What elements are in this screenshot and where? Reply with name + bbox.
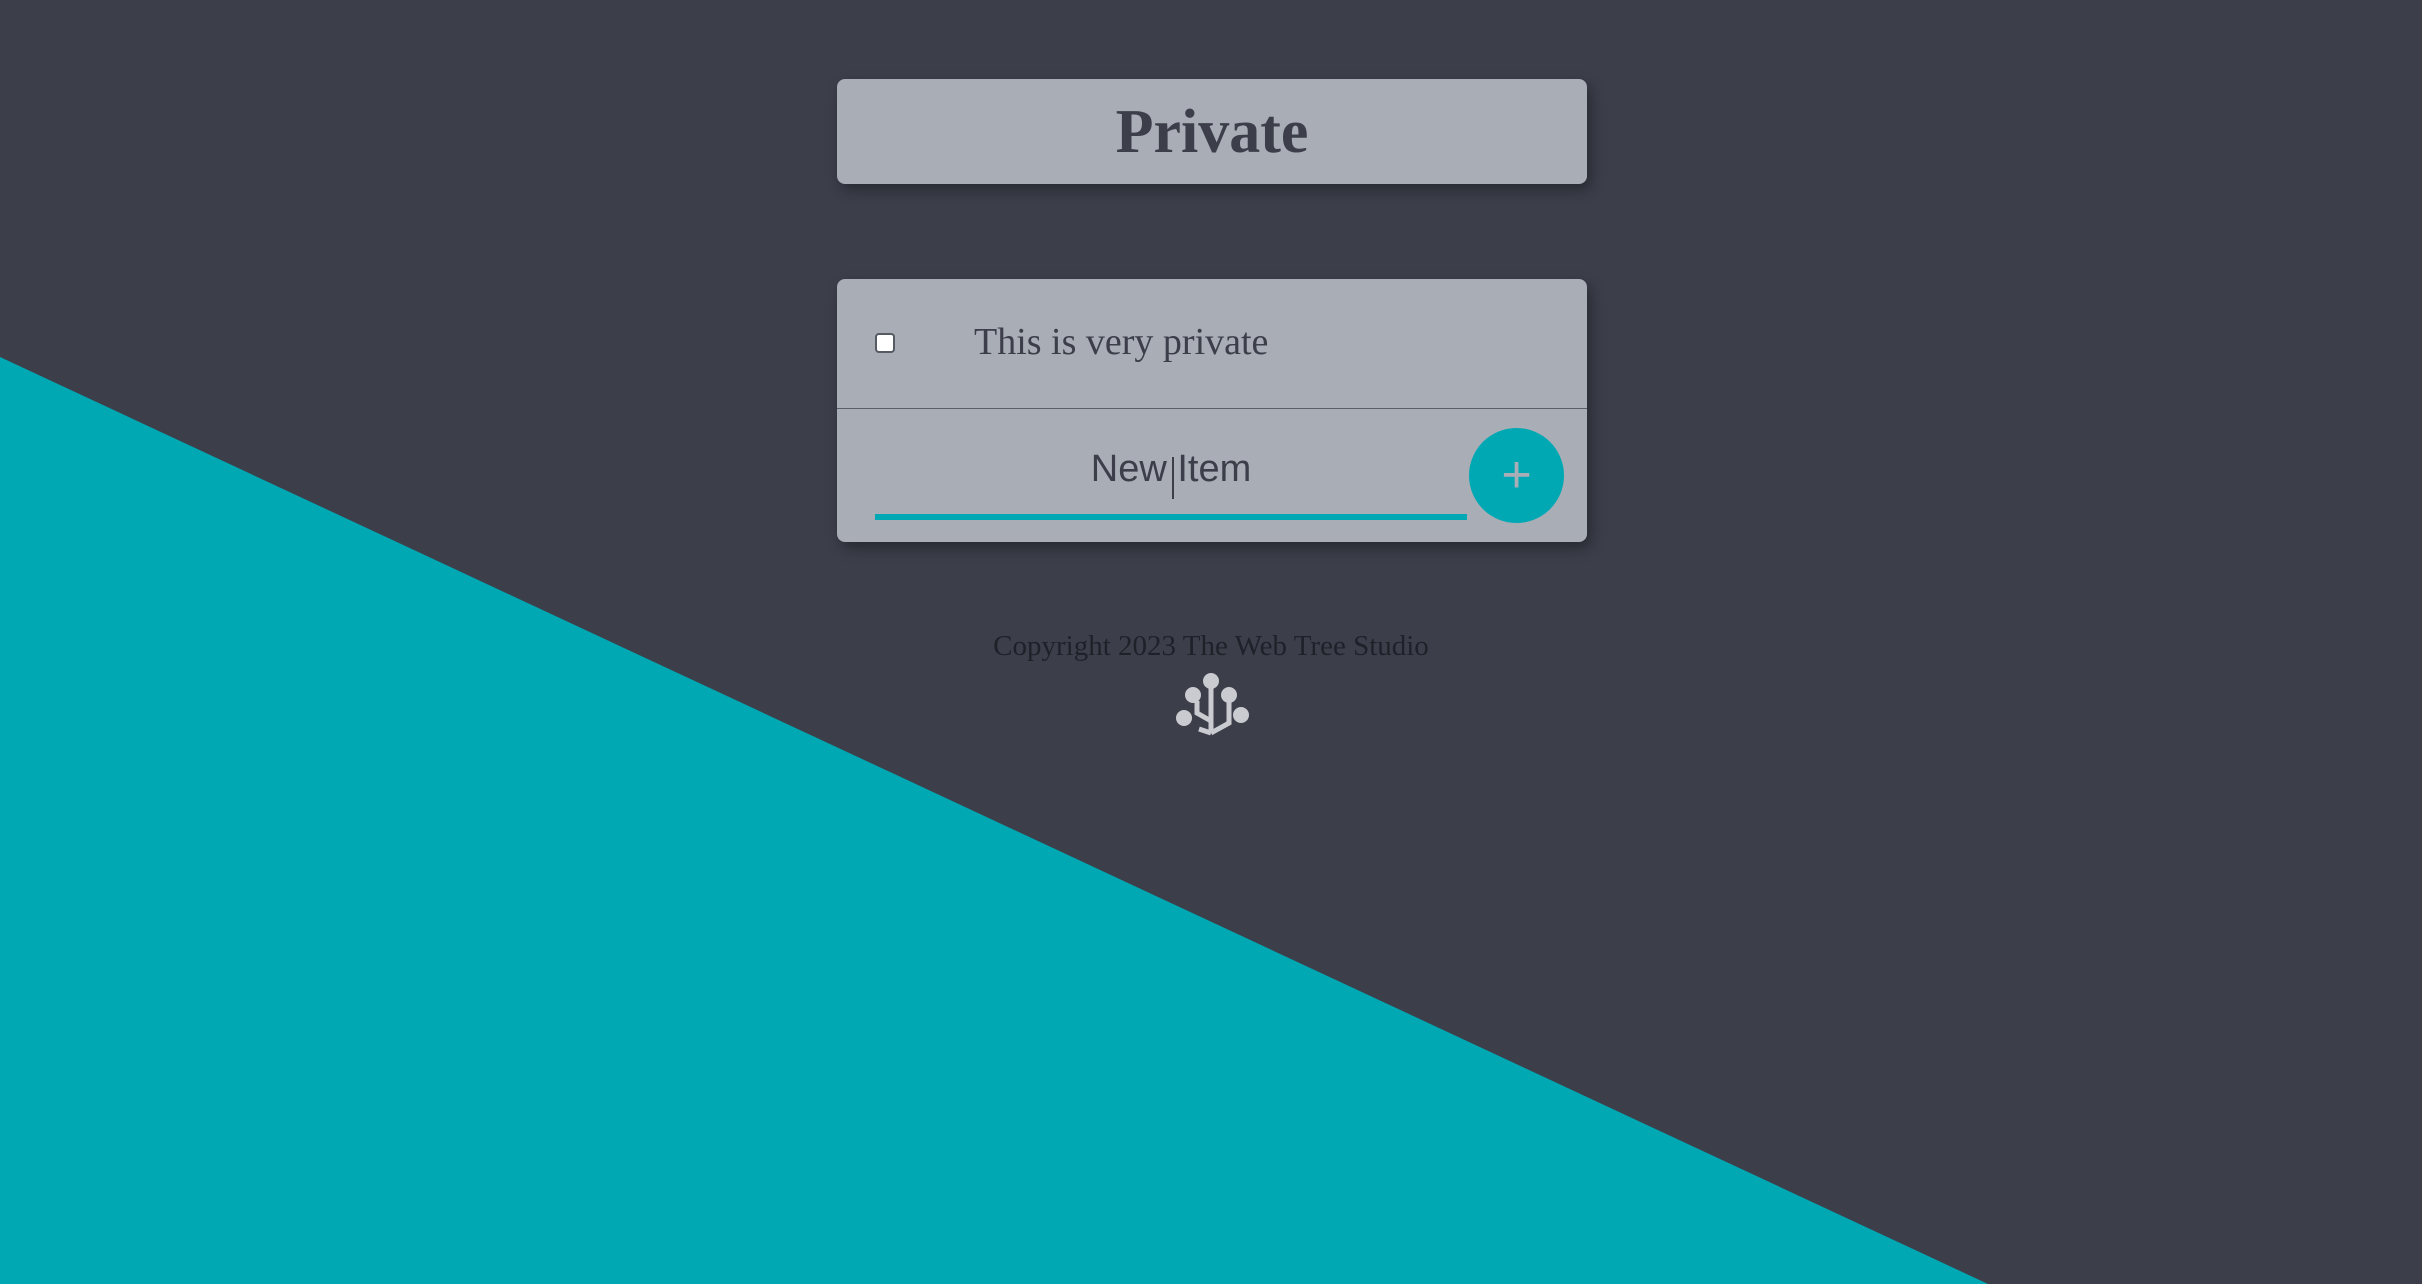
add-item-button[interactable]: + bbox=[1469, 428, 1564, 523]
new-item-input[interactable] bbox=[875, 424, 1467, 520]
new-item-form: + bbox=[837, 410, 1587, 542]
copyright-text: Copyright 2023 The Web Tree Studio bbox=[993, 630, 1429, 662]
todo-list-card: This is very private + bbox=[837, 279, 1587, 542]
tree-logo-icon bbox=[1176, 673, 1249, 736]
page-title: Private bbox=[1115, 97, 1309, 166]
item-text: This is very private bbox=[974, 321, 1269, 363]
footer: Copyright 2023 The Web Tree Studio bbox=[0, 630, 2422, 743]
item-checkbox[interactable] bbox=[875, 333, 895, 353]
list-item: This is very private bbox=[837, 279, 1587, 409]
header-card: Private bbox=[837, 79, 1587, 184]
text-cursor bbox=[1172, 457, 1174, 499]
